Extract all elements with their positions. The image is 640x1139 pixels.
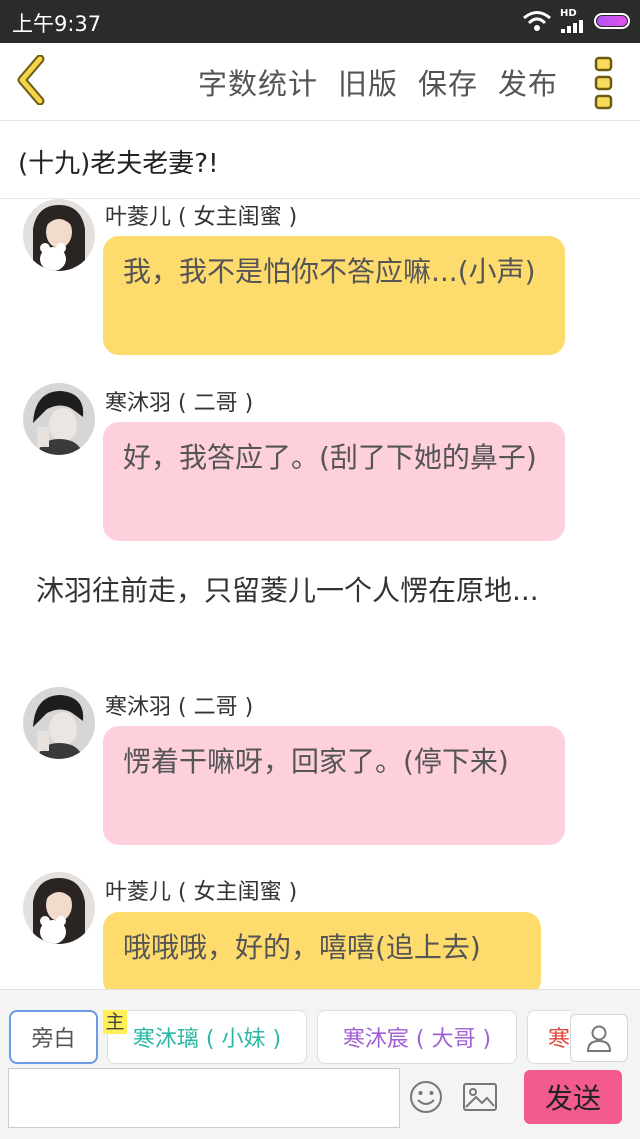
message-bubble[interactable]: 我，我不是怕你不答应嘛...(小声)	[103, 236, 565, 355]
more-vertical-icon	[594, 56, 613, 110]
signal-icon: HD	[560, 9, 586, 33]
chat-message[interactable]: 叶菱儿 ( 女主闺蜜 ) 哦哦哦，好的，嘻嘻(追上去)	[0, 872, 640, 989]
wifi-icon	[523, 11, 551, 31]
image-icon	[463, 1083, 497, 1111]
narration-text[interactable]: 沐羽往前走，只留菱儿一个人愣在原地...	[36, 572, 576, 610]
avatar[interactable]	[23, 872, 95, 944]
chevron-left-icon	[17, 54, 45, 106]
status-icons: HD	[522, 8, 630, 34]
old-version-button[interactable]: 旧版	[338, 61, 398, 103]
character-tab-xiaomei[interactable]: 寒沐璃 ( 小妹 )	[107, 1010, 307, 1064]
character-tab-label: 寒	[548, 1027, 570, 1052]
message-bubble[interactable]: 好，我答应了。(刮了下她的鼻子)	[103, 422, 565, 541]
back-button[interactable]	[12, 54, 56, 106]
character-tab-label: 寒沐璃 ( 小妹 )	[132, 1027, 282, 1052]
top-nav: 字数统计 旧版 保存 发布	[0, 43, 640, 121]
save-button[interactable]: 保存	[418, 61, 478, 103]
speaker-name: 叶菱儿 ( 女主闺蜜 )	[105, 205, 298, 230]
chapter-title-bar[interactable]: (十九)老夫老妻?!	[0, 121, 640, 199]
composer-bar: 旁白 寒沐璃 ( 小妹 ) 寒沐宸 ( 大哥 ) 寒 主 发送	[0, 989, 640, 1139]
chapter-title: (十九)老夫老妻?!	[18, 149, 219, 179]
avatar[interactable]	[23, 199, 95, 271]
message-bubble[interactable]: 愣着干嘛呀，回家了。(停下来)	[103, 726, 565, 845]
publish-button[interactable]: 发布	[498, 61, 558, 103]
speaker-name: 寒沐羽 ( 二哥 )	[105, 391, 254, 416]
main-character-badge: 主	[103, 1010, 127, 1034]
chat-area[interactable]: 叶菱儿 ( 女主闺蜜 ) 我，我不是怕你不答应嘛...(小声) 寒沐羽 ( 二哥…	[0, 199, 640, 989]
character-tab-label: 寒沐宸 ( 大哥 )	[342, 1027, 492, 1052]
message-input[interactable]	[8, 1068, 400, 1128]
chat-message[interactable]: 寒沐羽 ( 二哥 ) 愣着干嘛呀，回家了。(停下来)	[0, 687, 640, 847]
chat-message[interactable]: 叶菱儿 ( 女主闺蜜 ) 我，我不是怕你不答应嘛...(小声)	[0, 199, 640, 359]
character-tabs: 旁白 寒沐璃 ( 小妹 ) 寒沐宸 ( 大哥 ) 寒 主	[0, 990, 570, 1070]
nav-actions: 字数统计 旧版 保存 发布	[198, 61, 558, 103]
add-character-icon	[586, 1025, 612, 1052]
emoji-button[interactable]	[409, 1080, 443, 1114]
speaker-name: 叶菱儿 ( 女主闺蜜 )	[105, 880, 298, 905]
chat-message[interactable]: 寒沐羽 ( 二哥 ) 好，我答应了。(刮了下她的鼻子)	[0, 383, 640, 543]
message-bubble[interactable]: 哦哦哦，好的，嘻嘻(追上去)	[103, 912, 541, 989]
avatar[interactable]	[23, 383, 95, 455]
status-bar: 上午9:37 HD	[0, 0, 640, 43]
character-tab-label: 旁白	[31, 1027, 76, 1052]
image-button[interactable]	[462, 1082, 498, 1112]
avatar[interactable]	[23, 687, 95, 759]
battery-icon	[594, 13, 630, 29]
hd-label: HD	[560, 8, 577, 19]
status-time: 上午9:37	[12, 12, 102, 36]
word-count-button[interactable]: 字数统计	[198, 61, 318, 103]
character-tab-narration[interactable]: 旁白	[9, 1010, 98, 1064]
add-character-button[interactable]	[570, 1014, 628, 1062]
more-button[interactable]	[592, 55, 616, 111]
emoji-icon	[410, 1081, 442, 1113]
speaker-name: 寒沐羽 ( 二哥 )	[105, 695, 254, 720]
send-button[interactable]: 发送	[524, 1070, 622, 1124]
character-tab-dage[interactable]: 寒沐宸 ( 大哥 )	[317, 1010, 517, 1064]
character-tab-partial[interactable]: 寒	[527, 1010, 570, 1064]
